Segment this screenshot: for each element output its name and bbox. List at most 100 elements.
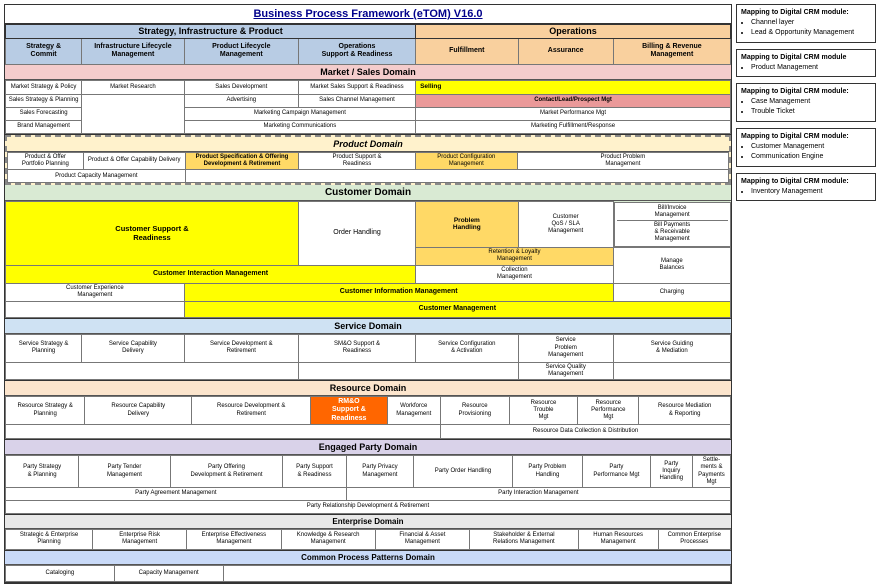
framework-area: Business Process Framework (eTOM) V16.0 … [4,4,732,584]
mapping-box-5: Mapping to Digital CRM module: Inventory… [736,173,876,202]
resource-strategy: Resource Strategy &Planning [6,396,85,424]
market-sales-support: Market Sales Support & Readiness [298,80,415,94]
resource-capability: Resource CapabilityDelivery [85,396,192,424]
mapping-title-3: Mapping to Digital CRM module: [741,88,871,95]
bill-invoice: Bill/InvoiceManagement [617,204,728,221]
mapping-box-3: Mapping to Digital CRM module: Case Mana… [736,83,876,122]
product-config-mgmt: Product ConfigurationManagement [415,152,517,169]
empty3 [6,301,185,317]
mapping-item-4-1: Communication Engine [751,152,871,162]
party-support: Party Support& Readiness [283,456,346,488]
empty5 [298,362,518,379]
engaged-domain-row: Engaged Party Domain Party Strate [5,440,731,515]
product-capacity: Product Capacity Management [8,170,186,183]
mapping-title-5: Mapping to Digital CRM module: [741,178,871,185]
mapping-list-2: Product Management [741,63,871,73]
service-dev-retire: Service Development &Retirement [184,334,298,362]
charging: Charging [613,283,730,301]
framework-title: Business Process Framework (eTOM) V16.0 [5,5,731,24]
mapping-item-3-0: Case Management [751,97,871,107]
mapping-title-4: Mapping to Digital CRM module: [741,133,871,140]
empty4 [6,362,299,379]
customer-domain-row: Customer Domain Customer Support &Readin… [5,185,731,318]
contact-lead: Contact/Lead/Prospect Mgt [416,94,731,107]
col-assurance: Assurance [518,38,613,64]
sales-development: Sales Development [184,80,298,94]
main-container: Business Process Framework (eTOM) V16.0 … [0,0,880,588]
product-domain-title: Product Domain [7,137,729,152]
market-research: Market Research [82,80,185,94]
customer-info-mgmt: Customer Information Management [184,283,613,301]
party-ordering: Party OfferingDevelopment & Retirement [170,456,283,488]
product-domain-row: Product Domain Product & OfferPortfolio … [5,135,731,185]
bill-payments: Bill Payments& ReceivableManagement [617,221,728,245]
collection-mgmt: CollectionManagement [416,265,614,283]
mapping-item-2-0: Product Management [751,63,871,73]
stakeholder: Stakeholder & ExternalRelations Manageme… [470,529,579,549]
product-spec: Product Specification & OfferingDevelopm… [185,152,299,169]
resource-trouble: ResourceTroubleMgt [509,396,578,424]
service-guiding: Service Guiding& Mediation [613,334,730,362]
product-support-readiness: Product Support &Readiness [299,152,416,169]
sales-strategy: Sales Strategy & Planning [6,94,82,107]
col-ops-support: OperationsSupport & Readiness [298,38,415,64]
retention-loyalty: Retention & LoyaltyManagement [416,247,614,265]
party-settlements: Settle-ments &PaymentsMgt [692,456,730,488]
mapping-box-4: Mapping to Digital CRM module: Customer … [736,128,876,167]
customer-experience: Customer ExperienceManagement [6,283,185,301]
marketing-fulfillment: Marketing Fulfillment/Response [416,120,731,133]
product-offer-capability: Product & Offer Capability Delivery [83,152,185,169]
right-panel: Mapping to Digital CRM module: Channel l… [736,4,876,584]
mapping-title-2: Mapping to Digital CRM module [741,54,871,61]
service-quality: Service QualityManagement [518,362,613,379]
party-tender: Party TenderManagement [79,456,171,488]
col-fulfillment: Fulfillment [416,38,519,64]
party-strategy: Party Strategy& Planning [6,456,79,488]
empty1 [82,94,185,133]
product-offer-planning: Product & OfferPortfolio Planning [8,152,84,169]
common-domain-title: Common Process Patterns Domain [5,551,731,565]
mapping-item-5-0: Inventory Management [751,187,871,197]
enterprise-domain-row: Enterprise Domain Strategic & Enterprise… [5,515,731,551]
manage-balances: ManageBalances [613,247,730,283]
service-domain-row: Service Domain Service Strategy &Plannin… [5,319,731,381]
party-interaction: Party Interaction Management [346,487,730,500]
empty7 [6,425,441,439]
mapping-item-1-0: Channel layer [751,18,871,28]
col-strategy: Strategy &Commit [6,38,82,64]
party-order-handling: Party Order Handling [414,456,513,488]
resource-domain-title: Resource Domain [5,381,731,396]
col-billing: Billing & RevenueManagement [613,38,730,64]
sales-forecasting: Sales Forecasting [6,107,82,120]
mapping-list-4: Customer Management Communication Engine [741,142,871,162]
customer-support-readiness: Customer Support &Readiness [6,202,299,265]
resource-dev: Resource Development &Retirement [192,396,311,424]
col-product-lc: Product LifecycleManagement [184,38,298,64]
party-relationship: Party Relationship Development & Retirem… [6,500,731,513]
common-domain-row: Common Process Patterns Domain Catalogin… [5,551,731,583]
capacity-mgmt: Capacity Management [114,565,223,581]
mapping-box-2: Mapping to Digital CRM module Product Ma… [736,49,876,78]
service-strategy: Service Strategy &Planning [6,334,82,362]
market-domain-title: Market / Sales Domain [5,65,731,80]
party-inquiry: PartyInquiryHandling [650,456,692,488]
market-strategy-policy: Market Strategy & Policy [6,80,82,94]
party-problem: Party ProblemHandling [512,456,582,488]
advertising: Advertising [184,94,298,107]
customer-qos: CustomerQoS / SLAManagement [518,202,613,247]
resource-performance: ResourcePerformanceMgt [578,396,639,424]
mapping-item-3-1: Trouble Ticket [751,107,871,117]
mapping-item-4-0: Customer Management [751,142,871,152]
billing-payments-col: Bill/InvoiceManagement Bill Payments& Re… [614,202,731,247]
service-capability: Service CapabilityDelivery [82,334,185,362]
mapping-item-1-1: Lead & Opportunity Management [751,28,871,38]
party-privacy: Party PrivacyManagement [346,456,414,488]
enterprise-risk: Enterprise RiskManagement [93,529,187,549]
resource-domain-row: Resource Domain Resource Strategy &Plann… [5,381,731,440]
resource-provisioning: ResourceProvisioning [440,396,509,424]
enterprise-domain-title: Enterprise Domain [5,515,731,529]
selling-cell: Selling [416,80,731,94]
mapping-list-1: Channel layer Lead & Opportunity Managem… [741,18,871,38]
problem-handling: ProblemHandling [416,202,519,247]
ops-header: Operations [416,25,731,39]
